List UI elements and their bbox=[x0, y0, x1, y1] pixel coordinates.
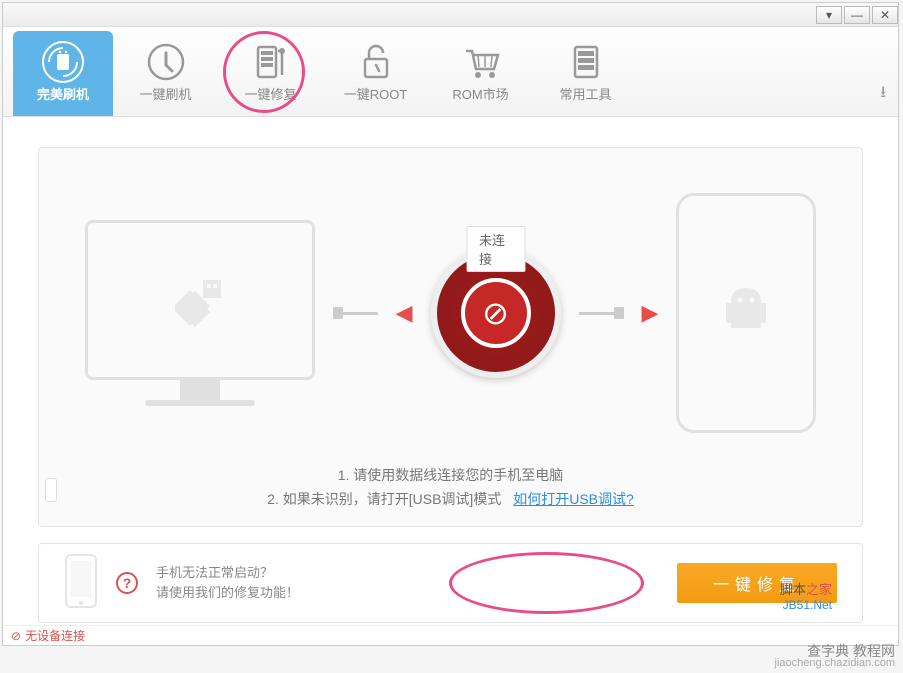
phone-small-icon bbox=[64, 553, 98, 614]
main-content: ◀ 未连接 ⊘ ▶ 1. 请使用数据线连接您的手机至电脑 2. 如果未识别，请打… bbox=[3, 117, 898, 623]
android-refresh-icon bbox=[13, 39, 113, 84]
instruction-line-2: 2. 如果未识别，请打开[USB调试]模式 bbox=[267, 491, 501, 507]
window-close-button[interactable]: ✕ bbox=[872, 6, 898, 24]
tab-label: ROM市场 bbox=[428, 84, 533, 103]
instruction-line-1: 1. 请使用数据线连接您的手机至电脑 bbox=[39, 463, 862, 487]
tab-label: 一键刷机 bbox=[113, 84, 218, 103]
connection-status-indicator: 未连接 ⊘ bbox=[431, 248, 561, 378]
phone-icon bbox=[676, 193, 816, 433]
statusbar-text: 无设备连接 bbox=[25, 627, 85, 644]
tab-common-tools[interactable]: 常用工具 bbox=[533, 31, 638, 116]
tab-perfect-flash[interactable]: 完美刷机 bbox=[13, 31, 113, 116]
brand-label: 脚本之家 JB51.Net bbox=[780, 579, 832, 612]
tab-oneclick-repair[interactable]: 一键修复 bbox=[218, 31, 323, 116]
connection-panel: ◀ 未连接 ⊘ ▶ 1. 请使用数据线连接您的手机至电脑 2. 如果未识别，请打… bbox=[38, 147, 863, 527]
cart-icon bbox=[428, 39, 533, 84]
tab-label: 常用工具 bbox=[533, 84, 638, 103]
toolbar: 完美刷机 一键刷机 一键修复 一键ROOT ROM市场 bbox=[3, 27, 898, 117]
tab-oneclick-root[interactable]: 一键ROOT bbox=[323, 31, 428, 116]
window-minimize-button[interactable]: — bbox=[844, 6, 870, 24]
panel-handle-icon bbox=[45, 478, 57, 502]
repair-promo-panel: ? 手机无法正常启动？ 请使用我们的修复功能！ 一键修复 脚本之家 JB51.N… bbox=[38, 543, 863, 623]
no-device-icon: ⊘ bbox=[11, 629, 21, 643]
instructions-text: 1. 请使用数据线连接您的手机至电脑 2. 如果未识别，请打开[USB调试]模式… bbox=[39, 463, 862, 511]
promo-text: 手机无法正常启动？ 请使用我们的修复功能！ bbox=[156, 563, 677, 603]
usb-cable-right-icon bbox=[579, 307, 624, 319]
usb-cable-left-icon bbox=[333, 307, 378, 319]
computer-icon bbox=[85, 220, 315, 406]
download-icon[interactable]: ⭳ bbox=[880, 81, 886, 108]
titlebar: ▾ — ✕ bbox=[3, 3, 898, 27]
window-dropdown-button[interactable]: ▾ bbox=[816, 6, 842, 24]
statusbar: ⊘ 无设备连接 bbox=[3, 625, 898, 645]
tab-label: 一键修复 bbox=[218, 84, 323, 103]
tab-label: 一键ROOT bbox=[323, 84, 428, 103]
lock-unlock-icon bbox=[323, 39, 428, 84]
arrow-right-icon: ▶ bbox=[642, 300, 659, 326]
blocked-icon: ⊘ bbox=[482, 294, 509, 332]
tab-rom-market[interactable]: ROM市场 bbox=[428, 31, 533, 116]
watermark-label: 查字典 教程网 jiaocheng.chazidian.com bbox=[775, 645, 895, 669]
toolbox-icon bbox=[533, 39, 638, 84]
repair-tools-icon bbox=[218, 39, 323, 84]
connection-status-label: 未连接 bbox=[466, 226, 525, 272]
arrow-left-icon: ◀ bbox=[396, 300, 413, 326]
tab-oneclick-flash[interactable]: 一键刷机 bbox=[113, 31, 218, 116]
usb-debug-help-link[interactable]: 如何打开USB调试? bbox=[513, 491, 634, 507]
refresh-touch-icon bbox=[113, 39, 218, 84]
tab-label: 完美刷机 bbox=[13, 84, 113, 103]
question-icon: ? bbox=[116, 572, 138, 594]
